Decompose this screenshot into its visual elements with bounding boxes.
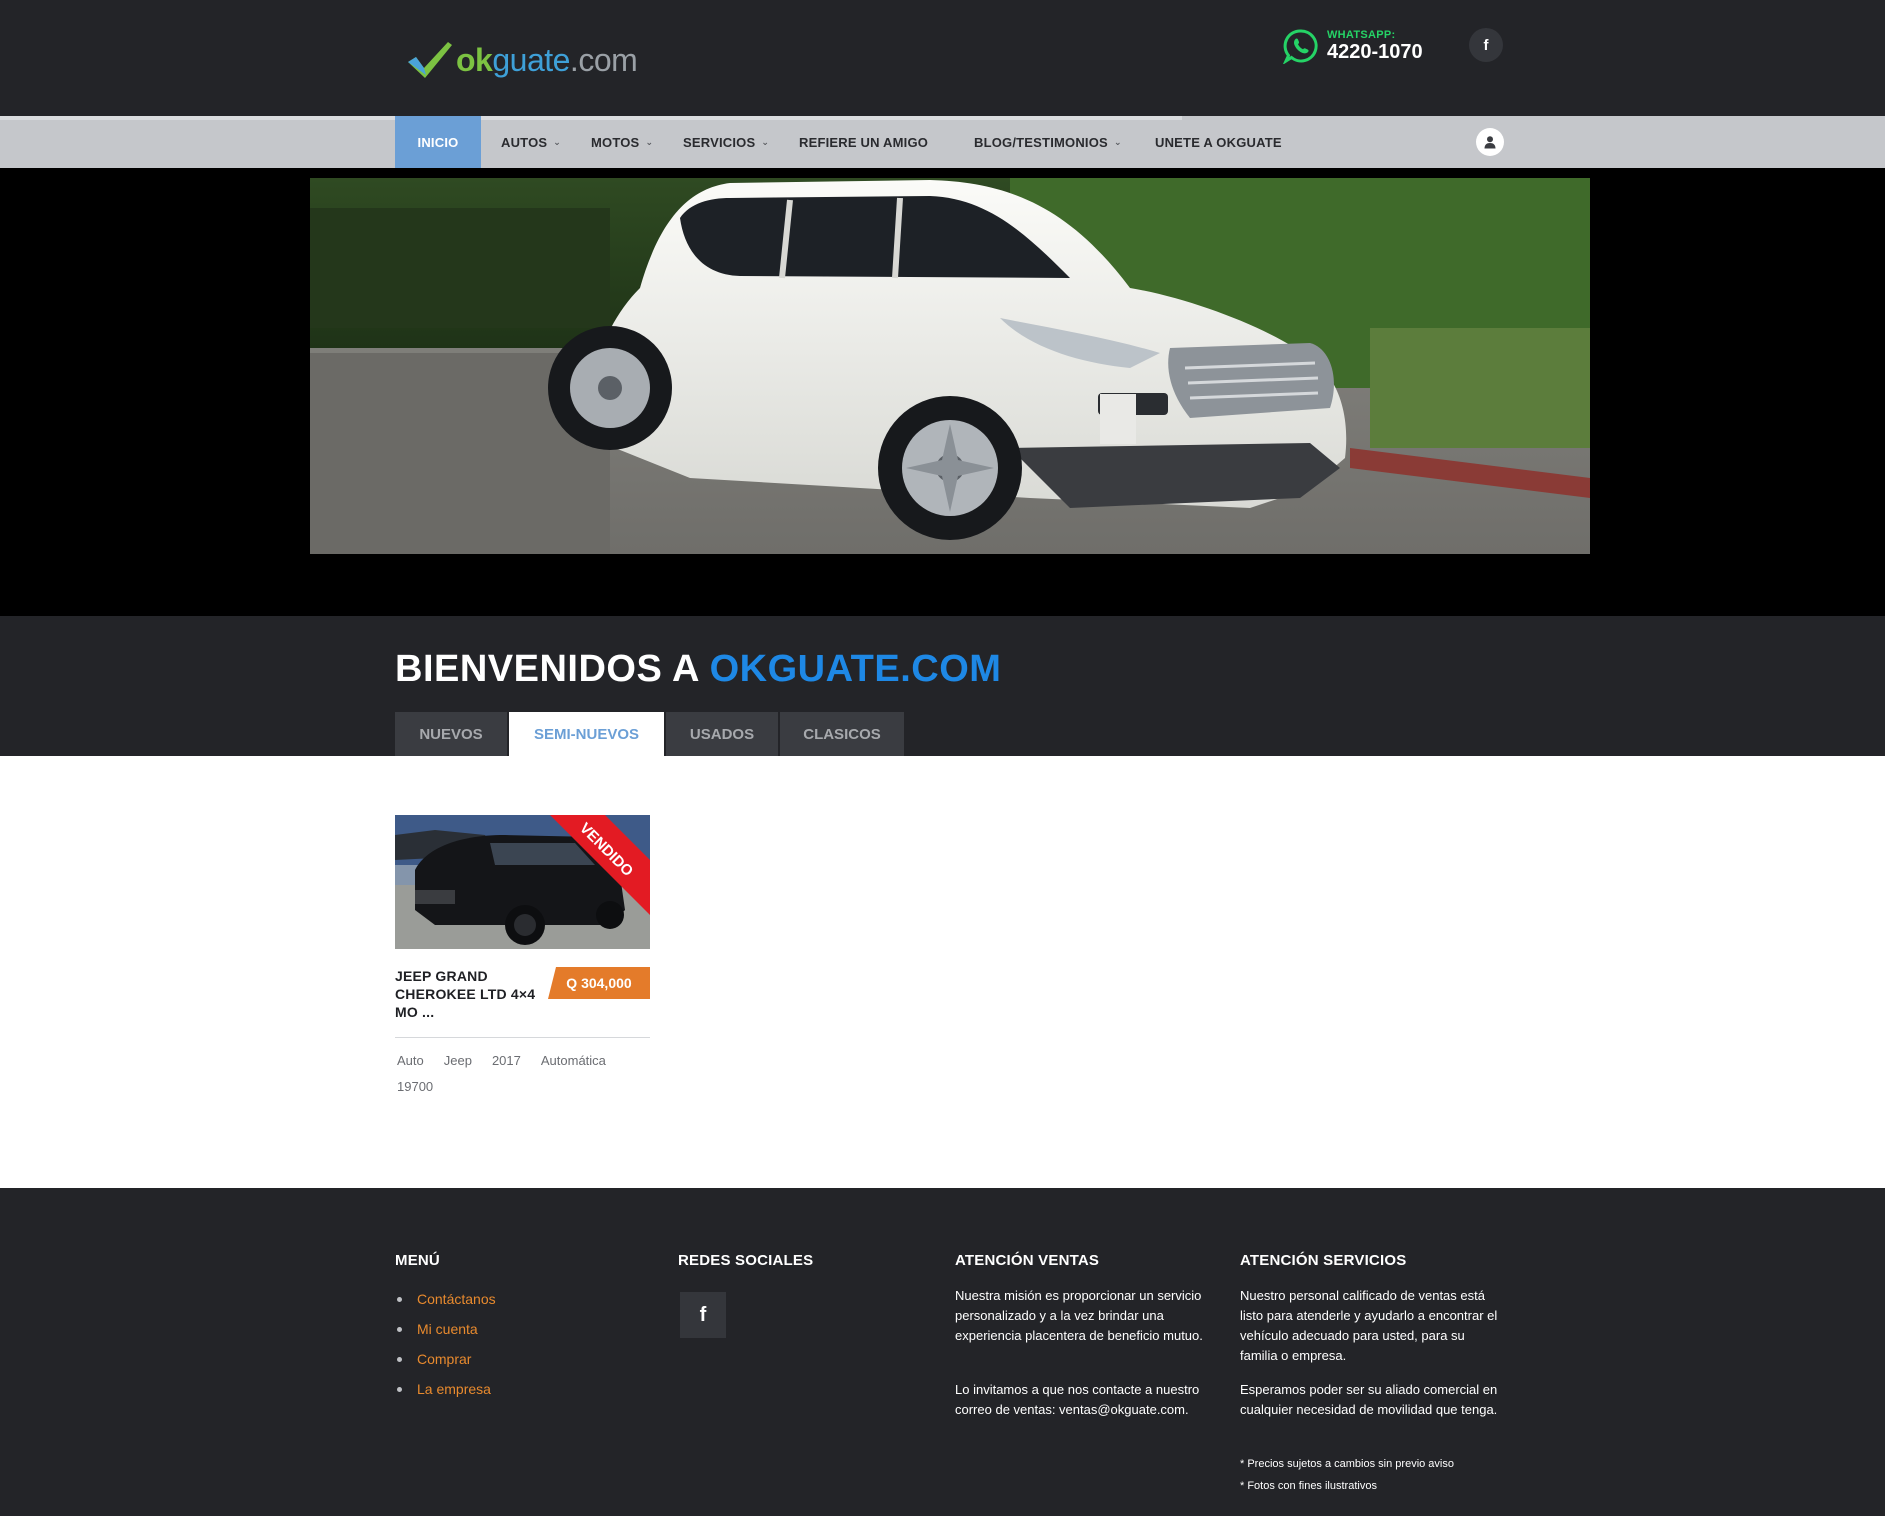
footer-link-la-empresa[interactable]: La empresa <box>397 1374 496 1404</box>
logo-ok: ok <box>456 41 493 78</box>
whatsapp-label: WHATSAPP: <box>1327 29 1396 41</box>
footer-servicios-text-2: Esperamos poder ser su aliado comercial … <box>1240 1382 1498 1417</box>
listing-transmission: Automática <box>540 1053 606 1068</box>
bullet-icon <box>397 1296 402 1302</box>
bullet-icon <box>397 1356 402 1362</box>
chevron-down-icon: ⌄ <box>761 136 770 147</box>
footer-ventas-text-1: Nuestra misión es proporcionar un servic… <box>955 1288 1203 1343</box>
checkmark-logo-icon <box>408 42 452 78</box>
footer-link-mi-cuenta[interactable]: Mi cuenta <box>397 1314 496 1344</box>
title-prefix: BIENVENIDOS A <box>395 648 710 690</box>
white-suv-photo-image <box>310 178 1590 554</box>
listing-type: Auto <box>397 1053 424 1068</box>
footer-link-label: Contáctanos <box>417 1291 496 1307</box>
tab-usados[interactable]: USADOS <box>666 712 778 756</box>
listing-year: 2017 <box>491 1053 521 1068</box>
nav-item-unete-a-okguate[interactable]: UNETE A OKGUATE <box>1155 116 1282 168</box>
facebook-icon[interactable]: f <box>1469 28 1503 62</box>
nav-item-label: UNETE A OKGUATE <box>1155 134 1282 150</box>
footer-link-label: La empresa <box>417 1381 491 1397</box>
main-nav <box>0 116 1885 168</box>
jeep-photo-image: VENDIDO <box>395 815 650 949</box>
listing-photo-image[interactable]: VENDIDO <box>395 815 650 949</box>
tab-clasicos[interactable]: CLASICOS <box>780 712 904 756</box>
nav-item-label: MOTOS <box>591 134 640 150</box>
chevron-down-icon: ⌄ <box>1113 136 1122 147</box>
nav-item-label: BLOG/TESTIMONIOS <box>974 134 1108 150</box>
nav-item-blog-testimonios[interactable]: BLOG/TESTIMONIOS ⌄ <box>974 116 1122 168</box>
footer-menu-heading: MENÚ <box>395 1252 440 1269</box>
footer-link-comprar[interactable]: Comprar <box>397 1344 496 1374</box>
site-footer <box>0 1188 1885 1516</box>
nav-item-motos[interactable]: MOTOS ⌄ <box>591 116 653 168</box>
nav-item-servicios[interactable]: SERVICIOS ⌄ <box>683 116 769 168</box>
bullet-icon <box>397 1326 402 1332</box>
footer-note-prices: * Precios sujetos a cambios sin previo a… <box>1240 1458 1454 1470</box>
logo-guate: guate <box>492 41 570 78</box>
logo-dotcom: .com <box>569 41 638 78</box>
footer-servicios-heading: ATENCIÓN SERVICIOS <box>1240 1252 1407 1269</box>
listing-mileage: 19700 <box>397 1079 434 1094</box>
whatsapp-contact[interactable]: WHATSAPP: 4220-1070 <box>1283 28 1423 64</box>
footer-servicios-text-1: Nuestro personal calificado de ventas es… <box>1240 1288 1498 1363</box>
footer-link-contactanos[interactable]: Contáctanos <box>397 1284 496 1314</box>
listing-divider <box>395 1037 650 1038</box>
tab-semi-nuevos[interactable]: SEMI-NUEVOS <box>509 712 664 756</box>
title-accent: OKGUATE.COM <box>709 648 1002 690</box>
user-account-icon[interactable] <box>1476 128 1504 156</box>
whatsapp-icon <box>1283 29 1318 64</box>
footer-link-label: Comprar <box>417 1351 472 1367</box>
site-header <box>0 0 1885 116</box>
bullet-icon <box>397 1386 402 1392</box>
chevron-down-icon: ⌄ <box>553 136 562 147</box>
hero-image <box>310 178 1590 554</box>
footer-social-heading: REDES SOCIALES <box>678 1252 814 1269</box>
footer-ventas-text-2: Lo invitamos a que nos contacte a nuestr… <box>955 1382 1200 1417</box>
listing-card[interactable]: VENDIDO JEEP GRAND CHEROKEE LTD 4×4 MO .… <box>395 815 650 1094</box>
site-logo[interactable]: ok guate .com <box>406 36 638 84</box>
listing-meta: Auto Jeep 2017 Automática 19700 <box>397 1048 637 1100</box>
listing-price: Q 304,000 <box>548 967 650 999</box>
nav-item-label: AUTOS <box>501 134 548 150</box>
nav-item-label: REFIERE UN AMIGO <box>799 134 929 150</box>
listing-brand: Jeep <box>443 1053 472 1068</box>
footer-facebook-icon[interactable]: f <box>680 1292 726 1338</box>
page-title: BIENVENIDOS A OKGUATE.COM <box>395 648 1001 691</box>
whatsapp-number[interactable]: 4220-1070 <box>1327 41 1423 63</box>
footer-link-label: Mi cuenta <box>417 1321 478 1337</box>
nav-item-refiere-un-amigo[interactable]: REFIERE UN AMIGO <box>799 116 928 168</box>
listing-title[interactable]: JEEP GRAND CHEROKEE LTD 4×4 MO ... <box>395 967 545 1021</box>
nav-item-inicio[interactable]: INICIO <box>395 116 481 168</box>
nav-item-label: SERVICIOS <box>683 134 756 150</box>
user-icon <box>1484 136 1496 149</box>
tab-nuevos[interactable]: NUEVOS <box>395 712 507 756</box>
nav-item-label: INICIO <box>417 134 459 150</box>
footer-ventas-heading: ATENCIÓN VENTAS <box>955 1252 1100 1269</box>
footer-note-photos: * Fotos con fines ilustrativos <box>1240 1480 1377 1492</box>
nav-item-autos[interactable]: AUTOS ⌄ <box>501 116 561 168</box>
footer-menu: Contáctanos Mi cuenta Comprar La empresa <box>397 1284 496 1404</box>
chevron-down-icon: ⌄ <box>645 136 654 147</box>
